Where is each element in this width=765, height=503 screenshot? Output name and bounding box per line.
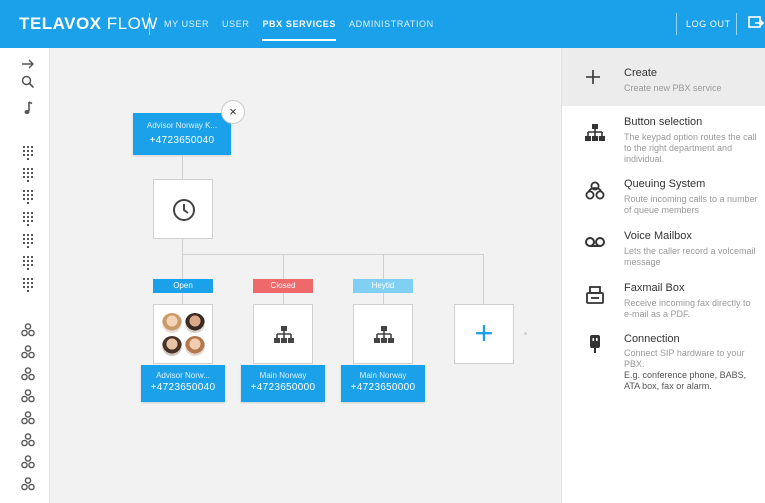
connector-line	[383, 254, 384, 279]
app-logo[interactable]: TELAVOX FLOW	[19, 14, 158, 34]
hierarchy-icon	[274, 326, 294, 343]
tool-rail	[0, 48, 50, 503]
logout-button[interactable]: LOG OUT	[686, 19, 731, 29]
avatar	[162, 336, 182, 356]
avatar	[162, 313, 182, 333]
nav-user[interactable]: USER	[222, 19, 249, 29]
button-selection-box[interactable]	[353, 304, 413, 364]
root-name: Advisor Norway K...	[146, 121, 218, 130]
component-desc: Lets the caller record a volcemail messa…	[624, 246, 756, 267]
node-number-card[interactable]: Main Norway +4723650000	[341, 365, 425, 402]
add-node-button[interactable]: +	[454, 304, 514, 364]
arrow-right-icon[interactable]	[20, 56, 36, 72]
button-selection-box[interactable]	[253, 304, 313, 364]
keypad-icon[interactable]	[20, 167, 36, 183]
tag-heytid[interactable]: Heytid	[353, 279, 413, 293]
music-note-icon[interactable]	[20, 100, 36, 116]
component-button-selection[interactable]: Button selection The keypad option route…	[562, 110, 765, 165]
component-title: Button selection	[624, 116, 703, 128]
root-number: +4723650040	[149, 135, 215, 146]
plug-icon	[590, 335, 600, 353]
component-desc: Receive incoming fax directly to e-mail …	[624, 298, 751, 319]
queue-icon[interactable]	[20, 410, 36, 426]
queue-icon[interactable]	[20, 366, 36, 382]
component-desc: Connect SIP hardware to your PBX.	[624, 348, 745, 369]
node-name: Advisor Norw...	[156, 371, 210, 380]
fax-icon	[586, 286, 604, 304]
component-title: Faxmail Box	[624, 282, 685, 294]
nav-administration[interactable]: ADMINISTRATION	[349, 19, 434, 29]
component-faxmail-box[interactable]: Faxmail Box Receive incoming fax directl…	[562, 277, 765, 329]
keypad-icon[interactable]	[20, 189, 36, 205]
connector-line	[283, 293, 284, 304]
create-desc: Create new PBX service	[624, 83, 722, 93]
exit-icon[interactable]	[747, 14, 765, 32]
nav-pbx-services[interactable]: PBX SERVICES	[262, 19, 336, 41]
connector-line	[283, 254, 284, 279]
brand-light: FLOW	[106, 14, 158, 33]
node-number: +4723650000	[250, 382, 316, 393]
component-queuing-system[interactable]: Queuing System Route incoming calls to a…	[562, 172, 765, 220]
group-box[interactable]	[153, 304, 213, 364]
keypad-icon[interactable]	[20, 145, 36, 161]
component-desc: Route incoming calls to a number of queu…	[624, 194, 758, 215]
tag-open[interactable]: Open	[153, 279, 213, 293]
queue-icon[interactable]	[20, 388, 36, 404]
root-number-card[interactable]: Advisor Norway K... +4723650040	[133, 113, 231, 155]
node-number-card[interactable]: Main Norway +4723650000	[241, 365, 325, 402]
brand-bold: TELAVOX	[19, 14, 102, 33]
queue-icon[interactable]	[20, 432, 36, 448]
hierarchy-icon	[374, 326, 394, 343]
queue-icon	[585, 181, 605, 200]
search-icon[interactable]	[20, 74, 36, 90]
queue-icon[interactable]	[20, 476, 36, 492]
component-voice-mailbox[interactable]: Voice Mailbox Lets the caller record a v…	[562, 225, 765, 273]
queue-icon[interactable]	[20, 454, 36, 470]
drop-dot	[524, 332, 527, 335]
create-title: Create	[624, 67, 658, 79]
component-desc: The keypad option routes the call to the…	[624, 132, 757, 164]
queue-icon[interactable]	[20, 344, 36, 360]
nav-my-user[interactable]: MY USER	[164, 19, 209, 29]
create-pbx-service[interactable]: Create Create new PBX service	[562, 48, 765, 106]
close-button[interactable]: ×	[221, 100, 245, 124]
nav-divider	[736, 13, 737, 35]
node-number: +4723650000	[350, 382, 416, 393]
top-bar: TELAVOX FLOW MY USER USER PBX SERVICES A…	[0, 0, 765, 48]
component-title: Queuing System	[624, 178, 706, 190]
keypad-icon[interactable]	[20, 233, 36, 249]
keypad-icon[interactable]	[20, 277, 36, 293]
connector-line	[383, 293, 384, 304]
tag-closed[interactable]: Closed	[253, 279, 313, 293]
connector-line	[483, 254, 484, 304]
avatar	[185, 313, 205, 333]
connector-line	[182, 239, 183, 254]
node-number: +4723650040	[150, 382, 216, 393]
hierarchy-icon	[585, 124, 605, 141]
connector-line	[182, 155, 183, 179]
main-nav: MY USER USER PBX SERVICES ADMINISTRATION	[164, 19, 447, 41]
clock-icon	[173, 199, 195, 221]
component-title: Connection	[624, 333, 680, 345]
queue-icon[interactable]	[20, 322, 36, 338]
connector-line	[182, 254, 183, 279]
connector-line	[182, 254, 484, 255]
node-name: Main Norway	[359, 371, 407, 380]
nav-divider	[676, 13, 677, 35]
component-title: Voice Mailbox	[624, 230, 692, 242]
nav-divider	[149, 13, 150, 35]
keypad-icon[interactable]	[20, 211, 36, 227]
pbx-components-panel: Create Create new PBX service Button sel…	[561, 48, 765, 503]
component-desc-extra: E.g. conference phone, BABS, ATA box, fa…	[624, 370, 747, 391]
avatar	[185, 336, 205, 356]
voicemail-icon	[585, 237, 605, 247]
connector-line	[182, 293, 183, 304]
component-connection[interactable]: Connection Connect SIP hardware to your …	[562, 331, 765, 401]
flow-canvas[interactable]: Advisor Norway K... +4723650040 × Open C…	[50, 48, 561, 503]
time-condition-box[interactable]	[153, 179, 213, 239]
keypad-icon[interactable]	[20, 255, 36, 271]
node-name: Main Norway	[259, 371, 307, 380]
plus-icon	[586, 70, 600, 84]
node-number-card[interactable]: Advisor Norw... +4723650040	[141, 365, 225, 402]
